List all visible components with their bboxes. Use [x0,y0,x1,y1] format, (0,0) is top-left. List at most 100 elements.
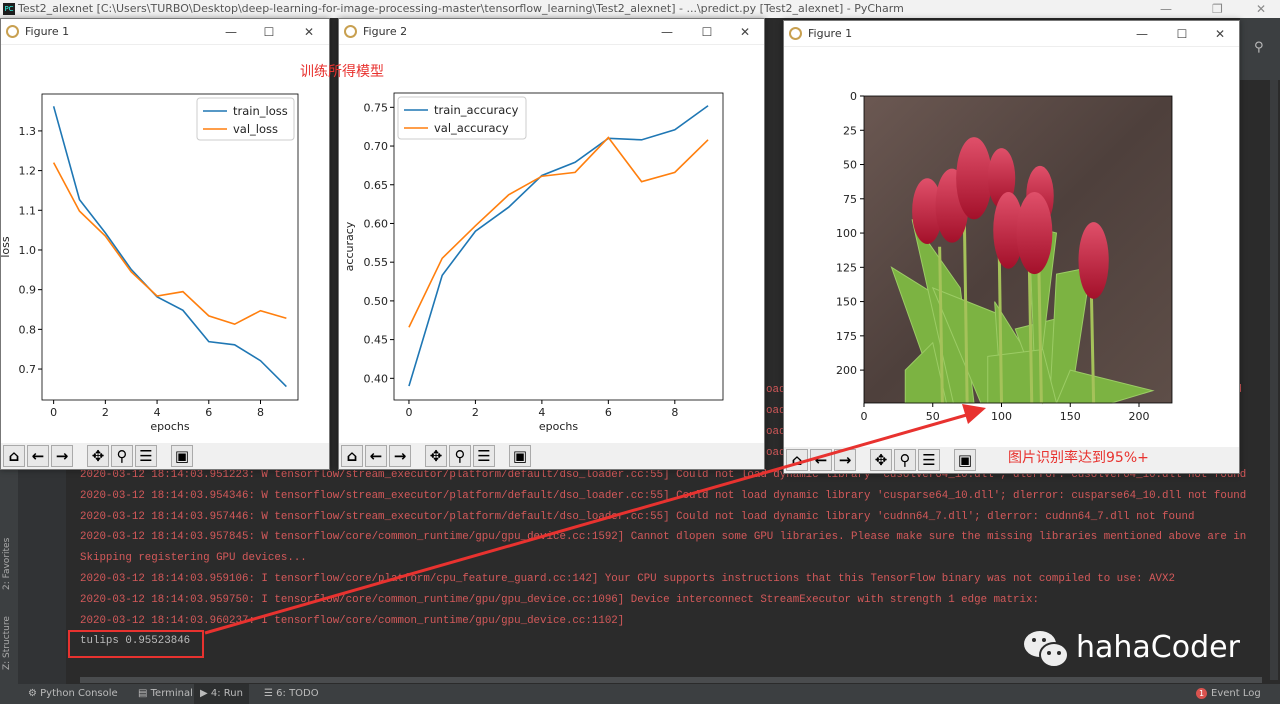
minimize-button[interactable]: — [657,19,677,45]
y-tick-label: 1.0 [19,244,37,257]
y-tick-label: 0.70 [364,140,389,153]
console-line: 2020-03-12 18:14:03.959106: I tensorflow… [80,573,1175,585]
home-icon[interactable]: ⌂ [341,445,363,467]
console-line: 2020-03-12 18:14:03.957845: W tensorflow… [80,531,1247,544]
todo-label: 6: TODO [276,688,319,699]
y-tick-label: 0.45 [364,334,389,347]
x-tick-label: 0 [50,406,57,419]
back-icon[interactable]: ← [810,449,832,471]
matplotlib-icon [789,27,802,40]
y-tick-label: 0.8 [19,323,37,336]
run-tab[interactable]: ▶ 4: Run [194,684,249,704]
pycharm-logo: PC [3,3,15,15]
ide-title: Test2_alexnet [C:\Users\TURBO\Desktop\de… [18,2,904,15]
loss-chart: 0 2 4 6 8 0.7 0.8 0.9 1.0 1.1 1.2 1.3 epochs loss trai… [0,93,299,433]
y-tick-label: 100 [836,227,857,240]
forward-icon[interactable]: → [834,449,856,471]
x-tick-label: 2 [472,406,479,419]
back-icon[interactable]: ← [365,445,387,467]
matplotlib-icon [344,25,357,38]
ide-title-bar: PC Test2_alexnet [C:\Users\TURBO\Desktop… [0,0,1280,18]
configure-icon[interactable]: ☰ [918,449,940,471]
console-scrollbar[interactable] [80,677,1262,683]
run-label: 4: Run [210,688,243,699]
pan-icon[interactable]: ✥ [870,449,892,471]
series-line-val_loss [52,162,287,326]
zoom-icon[interactable]: ⚲ [894,449,916,471]
zoom-icon[interactable]: ⚲ [449,445,471,467]
event-log-button[interactable]: 1 Event Log [1190,684,1267,704]
x-tick-label: 200 [1129,410,1150,423]
y-tick-label: 175 [836,330,857,343]
search-everywhere-icon[interactable]: ⚲ [1254,40,1264,55]
console-line: Skipping registering GPU devices... [80,552,307,565]
wechat-icon [1024,631,1069,668]
y-tick-label: 25 [843,124,857,137]
pan-icon[interactable]: ✥ [87,445,109,467]
home-icon[interactable]: ⌂ [3,445,25,467]
y-axis-label: accuracy [343,221,356,271]
configure-icon[interactable]: ☰ [135,445,157,467]
zoom-icon[interactable]: ⚲ [111,445,133,467]
y-tick-label: 0.65 [364,179,389,192]
minimize-button[interactable]: — [221,19,241,45]
maximize-button[interactable]: ☐ [697,19,717,45]
python-console-tab[interactable]: ⚙ Python Console [22,684,124,704]
x-tick-label: 4 [538,406,545,419]
accuracy-annotation: 图片识别率达到95%+ [1008,450,1149,466]
x-axis-label: epochs [539,420,578,433]
figure-toolbar: ⌂ ← → ✥ ⚲ ☰ ▣ [339,443,764,469]
todo-tab[interactable]: ☰ 6: TODO [258,684,325,704]
forward-icon[interactable]: → [389,445,411,467]
save-icon[interactable]: ▣ [171,445,193,467]
series-line-val_accuracy [408,136,709,328]
close-button[interactable]: ✕ [1210,21,1230,47]
save-icon[interactable]: ▣ [954,449,976,471]
close-button[interactable]: ✕ [299,19,319,45]
accuracy-chart: 0 2 4 6 8 0.40 0.45 0.50 0.55 0.60 0.65 0.70 0.75 epo… [343,92,724,433]
x-tick-label: 8 [257,406,264,419]
configure-icon[interactable]: ☰ [473,445,495,467]
y-tick-label: 1.3 [19,125,37,138]
minimize-button[interactable]: — [1160,0,1172,18]
tulip-image-plot: 0 50 100 150 200 0 25 50 75 100 125 150 175 200 [836,90,1173,423]
x-tick-label: 8 [671,406,678,419]
python-console-label: Python Console [40,688,118,699]
close-button[interactable]: ✕ [735,19,755,45]
editor-scrollbar[interactable] [1270,80,1278,680]
favorites-tab[interactable]: 2: Favorites [2,538,12,590]
y-tick-label: 0.9 [19,284,37,297]
x-tick-label: 150 [1060,410,1081,423]
forward-icon[interactable]: → [51,445,73,467]
maximize-button[interactable]: ☐ [259,19,279,45]
y-tick-label: 0.55 [364,256,389,269]
console-line: 2020-03-12 18:14:03.960237: I tensorflow… [80,614,625,627]
restore-button[interactable]: ❐ [1212,0,1223,18]
close-button[interactable]: ✕ [1256,0,1266,18]
y-tick-label: 0.7 [19,363,37,376]
home-icon[interactable]: ⌂ [786,449,808,471]
console-line: 2020-03-12 18:14:03.959750: I tensorflow… [80,593,1039,606]
terminal-label: Terminal [150,688,193,699]
matplotlib-icon [6,25,19,38]
event-log-label: Event Log [1211,688,1261,699]
maximize-button[interactable]: ☐ [1172,21,1192,47]
save-icon[interactable]: ▣ [509,445,531,467]
pan-icon[interactable]: ✥ [425,445,447,467]
terminal-tab[interactable]: ▤ Terminal [132,684,199,704]
legend-label: train_accuracy [434,103,519,117]
model-annotation: 训练所得模型 [300,64,384,80]
figure-accuracy-window: Figure 2 — ☐ ✕ 0 2 4 6 8 0.40 0.45 0.50 0.55 0.60 0.… [338,18,765,470]
series-line-train_loss [52,106,287,388]
y-tick-label: 75 [843,193,857,206]
x-tick-label: 6 [605,406,612,419]
y-tick-label: 0.50 [364,295,389,308]
x-tick-label: 6 [205,406,212,419]
figure-image-window: Figure 1 — ☐ ✕ 0 50 100 150 200 0 25 50 75 100 125 15… [783,20,1240,474]
structure-tab[interactable]: Z: Structure [2,616,12,670]
x-tick-label: 0 [861,410,868,423]
left-tool-strip: 2: Favorites Z: Structure [0,470,18,684]
y-tick-label: 1.2 [19,165,37,178]
minimize-button[interactable]: — [1132,21,1152,47]
back-icon[interactable]: ← [27,445,49,467]
